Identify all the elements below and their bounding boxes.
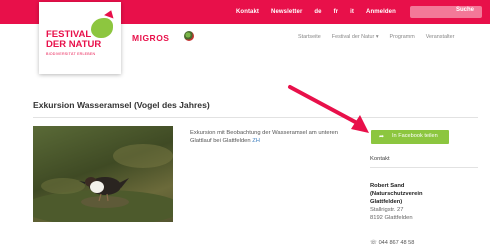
top-links: Kontakt Newsletter de fr it Anmelden [236,0,396,24]
event-description: Exkursion mit Beobachtung der Wasseramse… [190,129,350,145]
logo-line-2: DER NATUR [46,39,102,50]
migros-logo[interactable]: MIGROS [132,33,169,43]
language-fr[interactable]: fr [334,9,339,15]
contact-heading: Kontakt [370,156,390,162]
page-title: Exkursion Wasseramsel (Vogel des Jahres) [33,100,210,110]
contact-name-2: (Naturschutzverein [370,191,423,197]
contact-phone[interactable]: ☏ 044 867 48 58 [370,240,414,246]
leaf-logo-icon [91,18,113,38]
location-link[interactable]: ZH [252,138,260,144]
language-it[interactable]: it [350,9,354,15]
contact-divider [370,167,478,168]
nav-item-programm[interactable]: Programm [390,34,415,40]
main-nav: Startseite Festival der Natur ▾ Programm… [298,34,454,40]
divider [33,117,478,118]
festival-logo[interactable]: FESTIVAL DER NATUR BIODIVERSITÄT ERLEBEN [39,2,121,74]
top-link-newsletter[interactable]: Newsletter [271,9,302,15]
facebook-share-label: In Facebook teilen [392,133,438,139]
top-link-kontakt[interactable]: Kontakt [236,9,259,15]
description-text: Exkursion mit Beobachtung der Wasseramse… [190,130,338,144]
bird-logo-icon [104,8,116,19]
contact-name-3: Glattfelden) [370,199,403,205]
facebook-share-button[interactable]: ➦ In Facebook teilen [371,130,449,144]
share-icon: ➦ [379,134,385,140]
globe-icon [184,31,194,41]
contact-block: Robert Sand (Naturschutzverein Glattfeld… [370,182,480,222]
language-de[interactable]: de [314,9,321,15]
search-input[interactable]: Suche [410,6,482,18]
phone-icon: ☏ [370,240,377,246]
nav-item-veranstalter[interactable]: Veranstalter [426,34,455,40]
dipper-bird-image [33,144,173,222]
login-link[interactable]: Anmelden [366,9,396,15]
logo-tagline: BIODIVERSITÄT ERLEBEN [46,52,96,56]
nav-item-startseite[interactable]: Startseite [298,34,321,40]
logo-line-1: FESTIVAL [46,29,92,40]
contact-street: Stallrigstr. 27 [370,207,404,213]
nav-item-festival[interactable]: Festival der Natur ▾ [332,34,379,40]
contact-name-1: Robert Sand [370,183,405,189]
search-label: Suche [455,7,474,13]
event-photo [33,126,173,222]
phone-number: 044 867 48 58 [378,240,415,246]
contact-city: 8192 Glattfelden [370,215,413,221]
